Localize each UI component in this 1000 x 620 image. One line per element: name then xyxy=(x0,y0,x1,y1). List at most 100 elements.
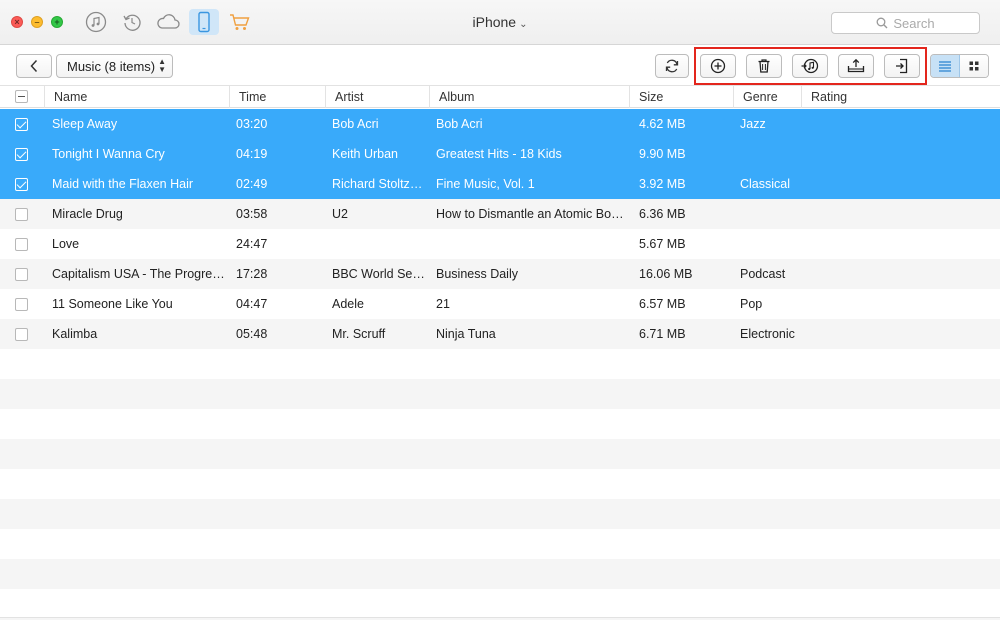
search-input[interactable]: Search xyxy=(831,12,980,34)
track-size: 3.92 MB xyxy=(639,177,686,191)
empty-row xyxy=(0,409,1000,439)
track-time: 04:47 xyxy=(236,297,268,311)
chevron-down-icon: ⌄ xyxy=(519,19,528,30)
column-header-time[interactable]: Time xyxy=(229,86,325,108)
device-title: iPhone xyxy=(472,14,517,30)
table-row[interactable]: Kalimba 05:48 Mr. Scruff Ninja Tuna 6.71… xyxy=(0,319,1000,349)
view-toggle xyxy=(930,54,989,78)
table-row[interactable]: Sleep Away 03:20 Bob Acri Bob Acri 4.62 … xyxy=(0,109,1000,139)
track-artist: Keith Urban xyxy=(332,147,399,161)
track-artist: Richard Stoltzm… xyxy=(332,177,429,191)
category-label: Music (8 items) xyxy=(67,58,156,74)
delete-button[interactable] xyxy=(746,54,782,78)
row-checkbox[interactable] xyxy=(15,208,28,221)
grid-view-button[interactable] xyxy=(960,55,988,77)
row-checkbox[interactable] xyxy=(15,328,28,341)
track-name: Sleep Away xyxy=(52,117,118,131)
track-artist xyxy=(332,229,429,259)
track-size: 4.62 MB xyxy=(639,117,686,131)
table-row[interactable]: 11 Someone Like You 04:47 Adele 21 6.57 … xyxy=(0,289,1000,319)
window-minimize-button[interactable]: – xyxy=(31,16,43,28)
empty-row xyxy=(0,349,1000,379)
iphone-device-icon[interactable] xyxy=(189,9,219,35)
track-genre: Pop xyxy=(740,297,763,311)
window-close-button[interactable]: × xyxy=(11,16,23,28)
add-button[interactable] xyxy=(700,54,736,78)
track-genre xyxy=(740,199,800,229)
track-time: 24:47 xyxy=(236,237,268,251)
table-row[interactable]: Miracle Drug 03:58 U2 How to Dismantle a… xyxy=(0,199,1000,229)
table-row[interactable]: Maid with the Flaxen Hair 02:49 Richard … xyxy=(0,169,1000,199)
track-size: 6.57 MB xyxy=(639,297,686,311)
track-size: 9.90 MB xyxy=(639,147,686,161)
track-name: Miracle Drug xyxy=(52,207,123,221)
track-genre xyxy=(740,139,800,169)
row-checkbox[interactable] xyxy=(15,238,28,251)
backup-restore-icon[interactable] xyxy=(117,9,147,35)
track-time: 17:28 xyxy=(236,267,268,281)
to-itunes-button[interactable] xyxy=(792,54,828,78)
track-name: Maid with the Flaxen Hair xyxy=(52,177,194,191)
column-header-rating[interactable]: Rating xyxy=(801,86,1000,108)
refresh-button[interactable] xyxy=(655,54,689,78)
chevron-left-icon xyxy=(30,59,38,73)
window-maximize-button[interactable]: + xyxy=(51,16,63,28)
row-checkbox[interactable] xyxy=(15,118,28,131)
add-icon xyxy=(710,58,726,74)
empty-row xyxy=(0,499,1000,529)
row-checkbox[interactable] xyxy=(15,178,28,191)
list-view-icon xyxy=(939,61,951,72)
column-header-album[interactable]: Album xyxy=(429,86,629,108)
to-device-button[interactable] xyxy=(884,54,920,78)
track-album: Bob Acri xyxy=(436,117,483,131)
track-size: 6.71 MB xyxy=(639,327,686,341)
track-name: 11 Someone Like You xyxy=(52,297,173,311)
table-row[interactable]: Capitalism USA - The Progres… 17:28 BBC … xyxy=(0,259,1000,289)
track-genre: Podcast xyxy=(740,267,786,281)
category-select[interactable]: Music (8 items) ▲ ▼ xyxy=(56,54,173,78)
track-artist: Bob Acri xyxy=(332,117,379,131)
grid-view-icon xyxy=(969,61,979,71)
track-time: 04:19 xyxy=(236,147,268,161)
track-genre xyxy=(740,229,800,259)
track-album: Greatest Hits - 18 Kids xyxy=(436,147,562,161)
music-library-icon[interactable] xyxy=(81,9,111,35)
track-time: 05:48 xyxy=(236,327,268,341)
track-size: 16.06 MB xyxy=(639,267,693,281)
table-row[interactable]: Tonight I Wanna Cry 04:19 Keith Urban Gr… xyxy=(0,139,1000,169)
track-genre: Electronic xyxy=(740,327,795,341)
table-header: Name Time Artist Album Size Genre Rating xyxy=(0,86,1000,108)
track-artist: Mr. Scruff xyxy=(332,327,386,341)
column-header-artist[interactable]: Artist xyxy=(325,86,429,108)
to-computer-icon xyxy=(847,58,865,73)
empty-row xyxy=(0,439,1000,469)
track-name: Capitalism USA - The Progres… xyxy=(52,267,228,281)
shopping-cart-icon[interactable] xyxy=(225,9,255,35)
track-size: 5.67 MB xyxy=(639,237,686,251)
row-checkbox[interactable] xyxy=(15,148,28,161)
select-all-checkbox[interactable] xyxy=(15,90,28,103)
back-button[interactable] xyxy=(16,54,52,78)
list-view-button[interactable] xyxy=(931,55,960,77)
delete-icon xyxy=(758,59,770,73)
track-album: Business Daily xyxy=(436,267,518,281)
table-row[interactable]: Love 24:47 5.67 MB xyxy=(0,229,1000,259)
to-computer-button[interactable] xyxy=(838,54,874,78)
track-album: Fine Music, Vol. 1 xyxy=(436,177,535,191)
track-name: Tonight I Wanna Cry xyxy=(52,147,165,161)
icloud-icon[interactable] xyxy=(153,9,183,35)
column-header-name[interactable]: Name xyxy=(44,86,229,108)
column-header-genre[interactable]: Genre xyxy=(733,86,801,108)
empty-row xyxy=(0,469,1000,499)
track-artist: BBC World Service xyxy=(332,267,429,281)
empty-row xyxy=(0,529,1000,559)
column-header-size[interactable]: Size xyxy=(629,86,733,108)
track-size: 6.36 MB xyxy=(639,207,686,221)
row-checkbox[interactable] xyxy=(15,298,28,311)
to-device-icon xyxy=(896,58,908,74)
toolbar: Music (8 items) ▲ ▼ xyxy=(0,46,1000,86)
track-album: How to Dismantle an Atomic Bomb xyxy=(436,207,628,221)
row-checkbox[interactable] xyxy=(15,268,28,281)
updown-arrows-icon: ▲ ▼ xyxy=(158,57,166,74)
device-selector[interactable]: iPhone ⌄ xyxy=(450,14,550,30)
